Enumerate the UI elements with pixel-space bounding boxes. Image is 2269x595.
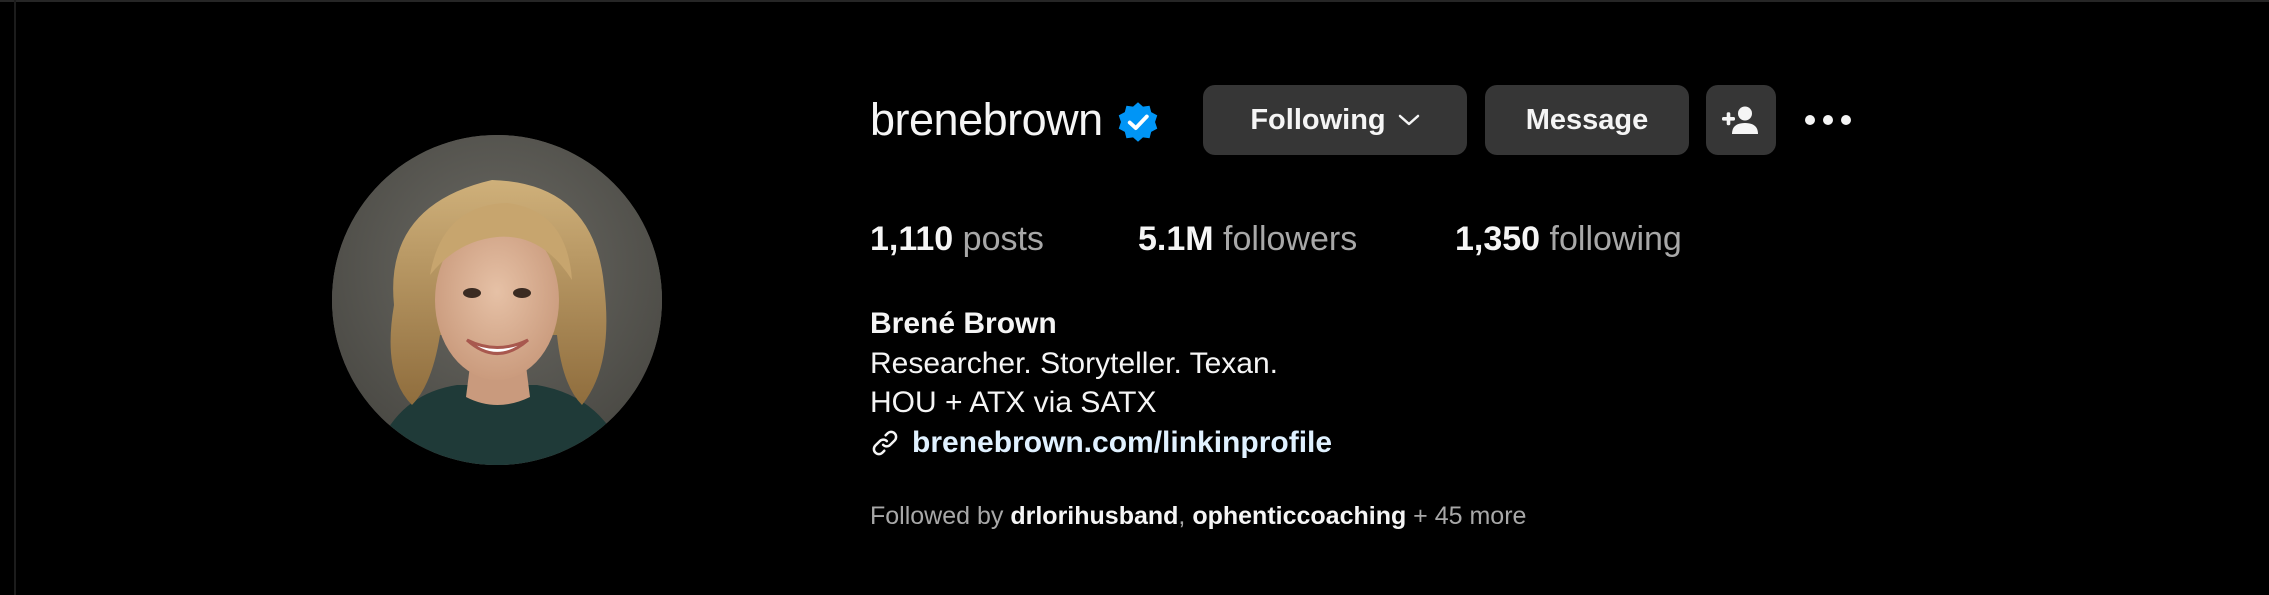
posts-stat: 1,110 posts <box>870 214 1044 264</box>
profile-full-name: Brené Brown <box>870 307 1057 340</box>
link-icon <box>872 430 898 456</box>
followed-by-line: Followed by drlorihusband, ophenticcoach… <box>870 498 1526 534</box>
following-button-label: Following <box>1250 103 1386 136</box>
profile-username: brenebrown <box>870 94 1103 145</box>
followed-by-user[interactable]: drlorihusband <box>1010 502 1178 530</box>
following-count: 1,350 <box>1455 220 1541 258</box>
bio-line-2: HOU + ATX via SATX <box>870 386 1157 419</box>
followed-by-prefix: Followed by <box>870 502 1011 530</box>
verified-badge-icon <box>1118 102 1158 142</box>
more-options-icon <box>1805 115 1851 125</box>
followers-count: 5.1M <box>1138 220 1214 258</box>
avatar[interactable] <box>332 135 662 465</box>
following-label: following <box>1549 220 1682 258</box>
message-button-label: Message <box>1525 103 1649 136</box>
followed-by-user[interactable]: ophenticcoaching <box>1192 502 1406 530</box>
following-stat[interactable]: 1,350 following <box>1455 214 1682 264</box>
followed-by-separator: , <box>1178 502 1193 530</box>
followers-label: followers <box>1223 220 1358 258</box>
add-user-button[interactable] <box>1706 85 1776 155</box>
followed-by-more[interactable]: + 45 more <box>1406 502 1526 530</box>
message-button[interactable]: Message <box>1485 85 1689 155</box>
following-button[interactable]: Following <box>1203 85 1467 155</box>
bio-website-link[interactable]: brenebrown.com/linkinprofile <box>912 422 1332 464</box>
page-left-border <box>14 0 16 595</box>
followers-stat[interactable]: 5.1M followers <box>1138 214 1357 264</box>
profile-photo-icon <box>332 135 662 465</box>
posts-count: 1,110 <box>870 220 954 258</box>
page-top-border <box>0 0 2269 2</box>
more-options-button[interactable] <box>1800 100 1856 140</box>
person-plus-icon <box>1722 106 1758 134</box>
posts-label: posts <box>962 220 1044 258</box>
bio-line-1: Researcher. Storyteller. Texan. <box>870 347 1278 380</box>
chevron-down-icon <box>1398 113 1420 127</box>
